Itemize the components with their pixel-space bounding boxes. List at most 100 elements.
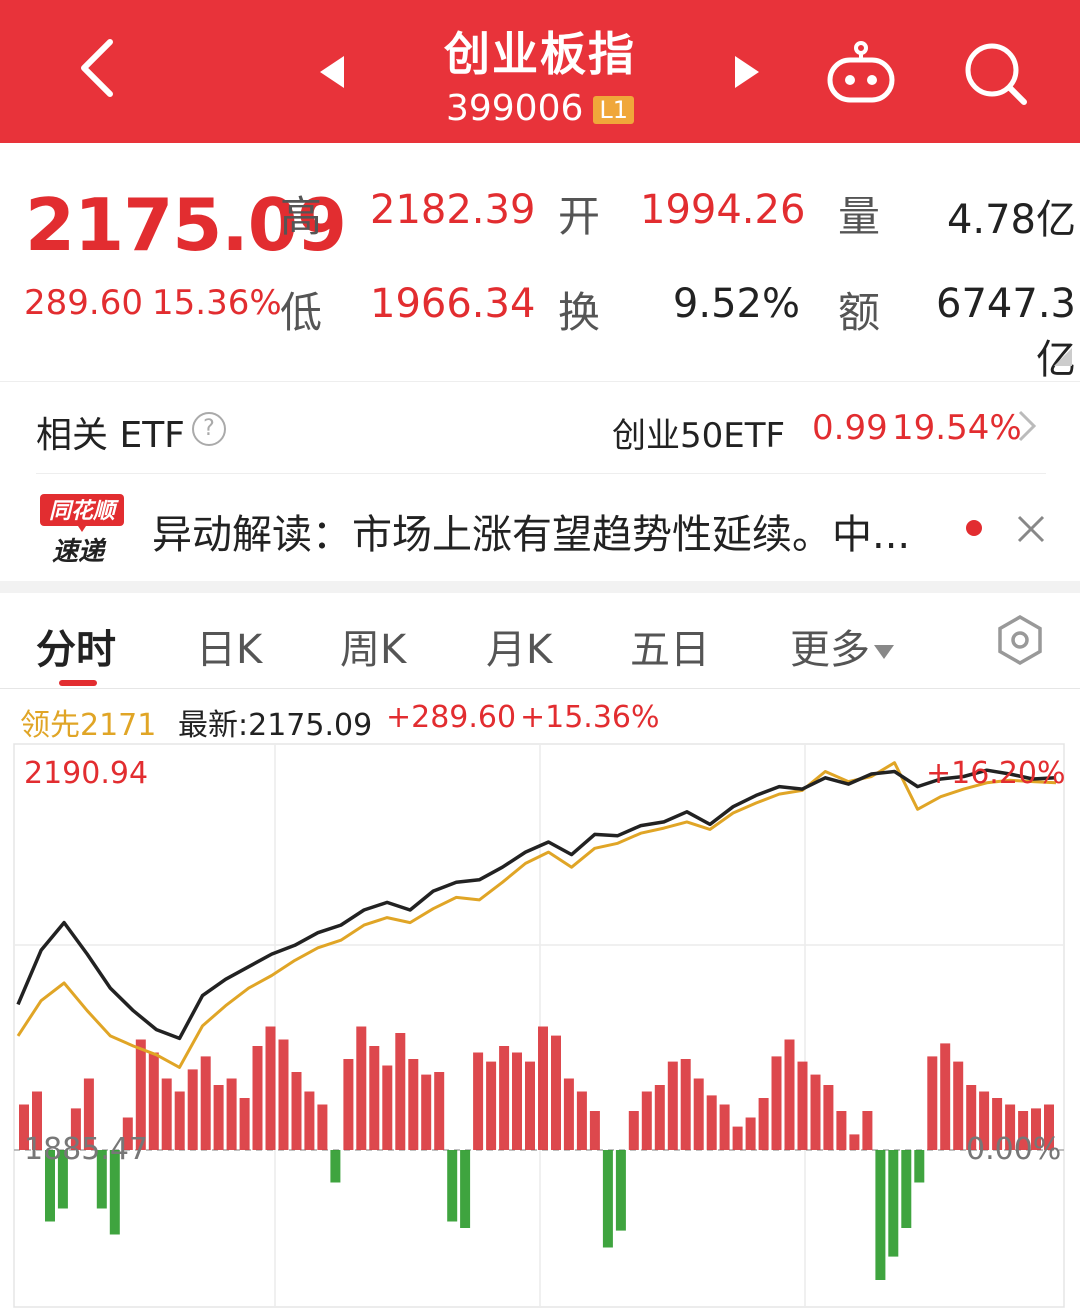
news-headline[interactable]: 异动解读：市场上涨有望趋势性延续。中... — [152, 502, 910, 560]
low-value: 1966.34 — [370, 281, 536, 327]
turnover-value: 9.52% — [672, 281, 800, 327]
search-icon[interactable] — [962, 40, 1028, 106]
volume-bar-50 — [667, 1061, 678, 1150]
volume-bar-21 — [291, 1072, 302, 1150]
tab-intraday[interactable]: 分时 — [36, 617, 116, 675]
index-code: 399006 L1 — [0, 88, 1080, 129]
volume-bar-10 — [148, 1052, 159, 1150]
volume-bar-57 — [758, 1098, 769, 1150]
volume-bar-35 — [473, 1052, 484, 1150]
volume-bar-22 — [304, 1091, 315, 1150]
volume-bar-39 — [525, 1061, 535, 1150]
volume-bar-68 — [901, 1150, 912, 1228]
amount-label: 额 — [838, 288, 881, 337]
related-etf-row[interactable]: 相关 ETF ? 创业50ETF 0.99 19.54% — [0, 381, 1080, 474]
etf-name: 创业50ETF — [612, 416, 786, 456]
tab-more-label: 更多 — [790, 627, 870, 673]
volume-bar-67 — [888, 1150, 899, 1257]
caret-down-icon — [874, 645, 894, 659]
chevron-right-icon[interactable] — [1016, 408, 1038, 444]
open-label: 开 — [558, 192, 601, 241]
section-divider — [0, 581, 1080, 593]
volume-bar-25 — [343, 1059, 354, 1150]
price-change-pct: 15.36% — [152, 283, 282, 323]
volume-bar-19 — [265, 1026, 276, 1150]
volume-value: 4.78亿 — [946, 197, 1076, 243]
close-icon[interactable] — [1016, 514, 1046, 544]
volume-bar-30 — [408, 1059, 419, 1150]
volume-bar-65 — [862, 1111, 873, 1150]
volume-bar-43 — [576, 1091, 587, 1150]
high-label: 高 — [280, 192, 323, 241]
page-title: 创业板指 — [444, 27, 636, 81]
volume-bar-38 — [512, 1052, 522, 1150]
volume-bar-63 — [836, 1111, 847, 1150]
price-lines — [16, 761, 1057, 1069]
volume-bar-56 — [745, 1117, 756, 1150]
volume-bar-69 — [914, 1150, 925, 1183]
tab-monthly-k[interactable]: 月K — [486, 617, 552, 675]
volume-bar-27 — [369, 1046, 380, 1150]
news-ticker[interactable]: 同花顺 速递 异动解读：市场上涨有望趋势性延续。中... — [36, 473, 1046, 582]
logo-top-text: 同花顺 — [49, 499, 119, 524]
volume-bar-53 — [706, 1095, 717, 1150]
volume-bar-60 — [797, 1061, 808, 1150]
tab-weekly-k[interactable]: 周K — [340, 617, 406, 675]
next-index-icon[interactable] — [733, 54, 761, 90]
volume-bar-52 — [693, 1078, 704, 1150]
latest-change: +289.60 — [386, 700, 517, 735]
y-max-label: 2190.94 — [24, 756, 149, 791]
etf-price: 0.99 — [812, 408, 888, 448]
tab-five-day[interactable]: 五日 — [630, 617, 710, 675]
volume-bar-72 — [953, 1061, 964, 1150]
tab-daily-k[interactable]: 日K — [196, 617, 262, 675]
volume-bar-26 — [356, 1026, 367, 1150]
volume-bar-13 — [187, 1069, 198, 1150]
volume-bar-49 — [654, 1085, 665, 1150]
unread-dot-icon — [966, 520, 982, 536]
volume-bar-12 — [174, 1091, 185, 1150]
settings-icon[interactable] — [995, 615, 1045, 665]
intraday-chart[interactable]: 2190.94 +16.20% 1885.47 0.00% — [0, 740, 1080, 1311]
chart-info-line: 领先2171 最新:2175.09 +289.60 +15.36% — [0, 700, 1080, 743]
volume-bar-62 — [823, 1085, 834, 1150]
volume-bar-23 — [317, 1104, 328, 1150]
active-tab-indicator — [59, 680, 97, 686]
volume-bar-11 — [161, 1078, 172, 1150]
volume-bar-37 — [499, 1046, 510, 1150]
help-icon[interactable]: ? — [192, 412, 226, 446]
leader-line — [16, 761, 1057, 1069]
latest-pct: +15.36% — [520, 700, 660, 735]
amount-value: 6747.3亿 — [936, 281, 1076, 383]
chart-tabs: 分时 日K 周K 月K 五日 更多 — [0, 593, 1080, 689]
tab-more[interactable]: 更多 — [790, 617, 894, 675]
volume-bar-18 — [252, 1046, 263, 1150]
volume-bar-34 — [460, 1150, 471, 1228]
volume-bar-71 — [940, 1043, 951, 1150]
expand-corner-icon[interactable] — [1054, 348, 1072, 366]
open-value: 1994.26 — [640, 187, 806, 233]
price-line — [16, 768, 1057, 1041]
volume-bar-29 — [395, 1033, 406, 1150]
leader-value: 领先2171 — [20, 708, 157, 743]
volume-bar-54 — [719, 1104, 730, 1150]
latest-value: 最新:2175.09 — [178, 708, 373, 743]
volume-label: 量 — [838, 192, 881, 241]
robot-assistant-icon[interactable] — [826, 40, 896, 104]
volume-bar-48 — [641, 1091, 652, 1150]
index-code-text: 399006 — [445, 88, 584, 129]
etf-label: 相关 ETF — [36, 415, 185, 456]
price-change: 289.60 — [24, 283, 143, 323]
volume-bar-14 — [200, 1056, 211, 1150]
volume-bar-58 — [771, 1056, 782, 1150]
quote-panel: 2175.09 289.60 15.36% 高 2182.39 低 1966.3… — [0, 143, 1080, 383]
volume-bar-66 — [875, 1150, 886, 1280]
volume-bar-70 — [927, 1056, 938, 1150]
volume-bar-41 — [551, 1035, 561, 1150]
volume-bar-31 — [421, 1074, 432, 1150]
volume-bar-55 — [732, 1126, 743, 1150]
volume-bar-33 — [447, 1150, 458, 1222]
volume-bar-42 — [563, 1078, 574, 1150]
logo-bottom-text: 速递 — [52, 537, 107, 566]
header-bar: 创业板指 399006 L1 — [0, 0, 1080, 143]
